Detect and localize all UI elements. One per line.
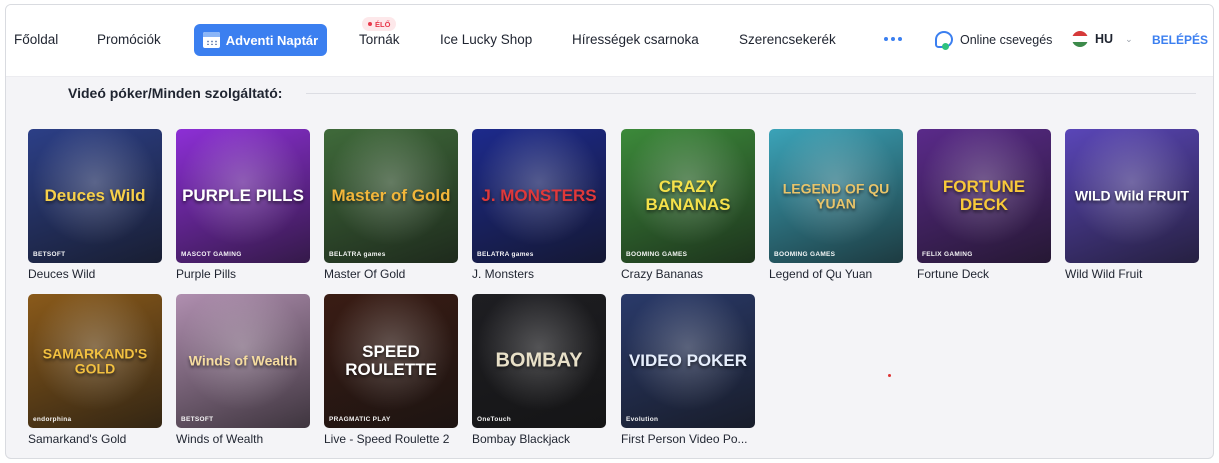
nav-item-advent-calendar[interactable]: Adventi Naptár — [194, 24, 327, 56]
game-name[interactable]: Purple Pills — [176, 267, 310, 281]
chat-icon — [935, 31, 953, 50]
page-frame: Főoldal Promóciók Adventi Naptár ÉLŐ Tor… — [5, 4, 1214, 459]
game-tile[interactable]: FORTUNE DECK FELIX GAMING Fortune Deck — [917, 129, 1051, 281]
provider-logo: BELATRA games — [477, 251, 534, 258]
game-name[interactable]: Live - Speed Roulette 2 — [324, 432, 458, 446]
live-badge-label: ÉLŐ — [375, 19, 391, 29]
game-tile[interactable]: VIDEO POKER Evolution First Person Video P… — [621, 294, 755, 446]
game-thumbnail[interactable]: BOMBAY OneTouch — [472, 294, 606, 428]
provider-logo: BELATRA games — [329, 251, 386, 258]
game-name[interactable]: Fortune Deck — [917, 267, 1051, 281]
game-tile[interactable]: PURPLE PILLS MASCOT GAMING Purple Pills — [176, 129, 310, 281]
game-thumbnail[interactable]: Winds of Wealth BETSOFT — [176, 294, 310, 428]
provider-logo: PRAGMATIC PLAY — [329, 416, 391, 423]
game-art-title: SAMARKAND'S GOLD — [42, 345, 148, 376]
provider-logo: BOOMING GAMES — [626, 251, 688, 258]
game-art-title: Winds of Wealth — [188, 352, 298, 369]
game-thumbnail[interactable]: Deuces Wild BETSOFT — [28, 129, 162, 263]
language-selector[interactable]: HU ⌄ — [1072, 31, 1133, 47]
stray-dot — [888, 374, 891, 377]
provider-logo: FELIX GAMING — [922, 251, 973, 258]
game-art-title: FORTUNE DECK — [942, 177, 1026, 214]
game-name[interactable]: Crazy Bananas — [621, 267, 755, 281]
provider-logo: MASCOT GAMING — [181, 251, 242, 258]
game-name[interactable]: Bombay Blackjack — [472, 432, 606, 446]
language-label: HU — [1095, 32, 1114, 46]
game-name[interactable]: J. Monsters — [472, 267, 606, 281]
game-thumbnail[interactable]: Master of Gold BELATRA games — [324, 129, 458, 263]
game-name[interactable]: Samarkand's Gold — [28, 432, 162, 446]
game-art-title: WILD Wild FRUIT — [1074, 187, 1190, 204]
game-art-title: Master of Gold — [331, 186, 451, 206]
game-thumbnail[interactable]: SAMARKAND'S GOLD endorphina — [28, 294, 162, 428]
provider-logo: BOOMING GAMES — [774, 251, 836, 258]
advent-label: Adventi Naptár — [225, 32, 319, 48]
live-dot-icon — [368, 22, 372, 26]
game-tile[interactable]: SAMARKAND'S GOLD endorphina Samarkand's Go… — [28, 294, 162, 446]
top-nav: Főoldal Promóciók Adventi Naptár ÉLŐ Tor… — [6, 5, 1213, 77]
chat-button[interactable]: Online csevegés — [935, 31, 1053, 50]
provider-logo: OneTouch — [477, 416, 512, 423]
game-thumbnail[interactable]: VIDEO POKER Evolution — [621, 294, 755, 428]
game-thumbnail[interactable]: J. MONSTERS BELATRA games — [472, 129, 606, 263]
game-thumbnail[interactable]: FORTUNE DECK FELIX GAMING — [917, 129, 1051, 263]
game-thumbnail[interactable]: WILD Wild FRUIT — [1065, 129, 1199, 263]
game-tile[interactable]: LEGEND OF QU YUAN BOOMING GAMES Legend of … — [769, 129, 903, 281]
game-tile[interactable]: Deuces Wild BETSOFT Deuces Wild — [28, 129, 162, 281]
game-art-title: LEGEND OF QU YUAN — [782, 180, 890, 211]
chat-label: Online csevegés — [960, 32, 1053, 47]
game-art-title: J. MONSTERS — [481, 186, 597, 206]
game-thumbnail[interactable]: PURPLE PILLS MASCOT GAMING — [176, 129, 310, 263]
game-tile[interactable]: CRAZY BANANAS BOOMING GAMES Crazy Bananas — [621, 129, 755, 281]
game-name[interactable]: Deuces Wild — [28, 267, 162, 281]
game-tile[interactable]: Master of Gold BELATRA games Master Of Gol… — [324, 129, 458, 281]
game-tile[interactable]: Winds of Wealth BETSOFT Winds of Wealth — [176, 294, 310, 446]
provider-logo: Evolution — [626, 416, 659, 423]
chevron-down-icon: ⌄ — [1125, 33, 1133, 44]
provider-logo: endorphina — [33, 416, 72, 423]
section-title: Videó póker/Minden szolgáltató: — [68, 85, 283, 101]
nav-item-hall-of-fame[interactable]: Hírességek csarnoka — [572, 32, 699, 47]
game-art-title: CRAZY BANANAS — [645, 177, 731, 214]
live-badge: ÉLŐ — [362, 17, 397, 31]
game-name[interactable]: Wild Wild Fruit — [1065, 267, 1199, 281]
game-art-title: PURPLE PILLS — [182, 186, 304, 206]
game-tile[interactable]: WILD Wild FRUIT Wild Wild Fruit — [1065, 129, 1199, 281]
game-thumbnail[interactable]: SPEED ROULETTE PRAGMATIC PLAY — [324, 294, 458, 428]
game-name[interactable]: Master Of Gold — [324, 267, 458, 281]
nav-item-wheel[interactable]: Szerencsekerék — [739, 32, 836, 47]
game-tile[interactable]: BOMBAY OneTouch Bombay Blackjack — [472, 294, 606, 446]
nav-item-promotions[interactable]: Promóciók — [97, 32, 161, 47]
hungary-flag-icon — [1072, 31, 1088, 47]
game-name[interactable]: Winds of Wealth — [176, 432, 310, 446]
provider-logo: BETSOFT — [33, 251, 66, 258]
provider-logo: BETSOFT — [181, 416, 214, 423]
game-art-title: SPEED ROULETTE — [345, 342, 437, 379]
nav-item-tournaments[interactable]: Tornák — [359, 32, 400, 47]
game-thumbnail[interactable]: CRAZY BANANAS BOOMING GAMES — [621, 129, 755, 263]
game-name[interactable]: First Person Video Po... — [621, 432, 755, 446]
game-art-title: BOMBAY — [495, 349, 583, 372]
calendar-icon — [202, 32, 220, 48]
nav-item-shop[interactable]: Ice Lucky Shop — [440, 32, 532, 47]
game-tile[interactable]: SPEED ROULETTE PRAGMATIC PLAY Live - Speed… — [324, 294, 458, 446]
game-tile[interactable]: J. MONSTERS BELATRA games J. Monsters — [472, 129, 606, 281]
game-art-title: Deuces Wild — [44, 186, 146, 206]
nav-item-home[interactable]: Főoldal — [14, 32, 58, 47]
game-thumbnail[interactable]: LEGEND OF QU YUAN BOOMING GAMES — [769, 129, 903, 263]
game-art-title: VIDEO POKER — [628, 351, 748, 371]
more-icon[interactable] — [884, 37, 902, 41]
section-divider — [306, 93, 1196, 94]
login-button[interactable]: BELÉPÉS — [1152, 33, 1208, 47]
game-name[interactable]: Legend of Qu Yuan — [769, 267, 903, 281]
